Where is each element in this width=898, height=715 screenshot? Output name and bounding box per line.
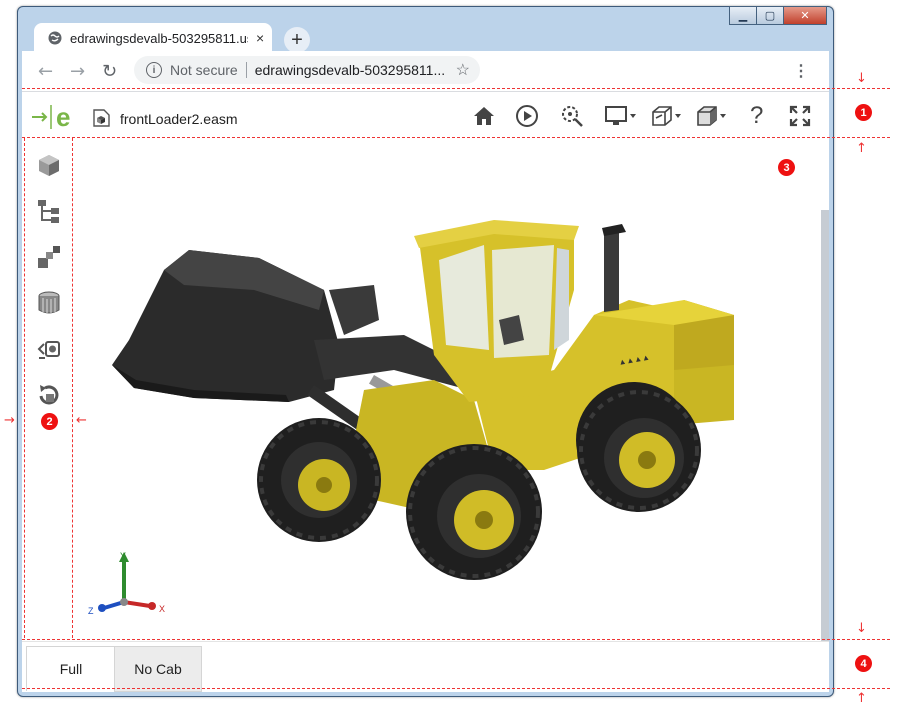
address-bar[interactable]: i Not secure edrawingsdevalb-503295811..… bbox=[134, 56, 480, 84]
home-icon[interactable] bbox=[472, 104, 496, 128]
explode-icon[interactable] bbox=[36, 244, 62, 270]
address-divider bbox=[245, 62, 247, 78]
logo-icon: e bbox=[32, 102, 70, 132]
svg-text:Y: Y bbox=[120, 551, 126, 561]
back-icon[interactable]: ← bbox=[38, 61, 53, 82]
arrow-right-2: → bbox=[4, 413, 15, 428]
annotation-badge-1: 1 bbox=[855, 104, 872, 121]
front-loader-model[interactable]: ▲▲▲▲ bbox=[74, 140, 821, 642]
annotation-badge-2: 2 bbox=[41, 413, 58, 430]
measure-icon[interactable] bbox=[36, 336, 62, 362]
info-icon[interactable]: i bbox=[146, 62, 162, 78]
front-right-wheel bbox=[406, 444, 542, 580]
svg-text:Z: Z bbox=[88, 606, 94, 616]
reset-icon[interactable] bbox=[36, 382, 62, 408]
section-view-icon[interactable] bbox=[36, 290, 62, 316]
arrow-down-1: ↓ bbox=[856, 71, 867, 86]
menu-kebab-icon[interactable]: ⋮ bbox=[793, 61, 809, 81]
rear-right-wheel bbox=[577, 388, 701, 512]
tab-strip: edrawingsdevalb-503295811.us-e × + bbox=[22, 17, 829, 53]
model-cube-icon[interactable] bbox=[36, 152, 62, 178]
guide-line-top-1 bbox=[22, 88, 890, 89]
assembly-file-icon bbox=[93, 109, 110, 127]
section-icon[interactable] bbox=[649, 104, 685, 128]
bookmark-star-icon[interactable]: ☆ bbox=[456, 60, 470, 80]
guide-line-bottom-1 bbox=[22, 137, 890, 138]
play-icon[interactable] bbox=[515, 104, 539, 128]
configuration-bar: Full No Cab bbox=[22, 641, 829, 692]
file-name: frontLoader2.easm bbox=[120, 111, 238, 127]
annotation-badge-3: 3 bbox=[778, 159, 795, 176]
guide-line-bottom-4 bbox=[22, 688, 890, 689]
config-tab-full[interactable]: Full bbox=[26, 646, 116, 691]
svg-text:e: e bbox=[56, 102, 70, 132]
arrow-left-2: ← bbox=[76, 413, 87, 428]
new-tab-button[interactable]: + bbox=[284, 27, 310, 53]
guide-line-left-2 bbox=[24, 138, 25, 638]
vertical-scrollbar[interactable] bbox=[821, 210, 829, 642]
view-orientation-icon[interactable] bbox=[694, 104, 730, 128]
tab-close-icon[interactable]: × bbox=[256, 30, 264, 46]
app-header: e frontLoader2.easm ? bbox=[22, 92, 829, 140]
browser-tab[interactable]: edrawingsdevalb-503295811.us-e × bbox=[34, 23, 272, 53]
axis-triad: Y X Z bbox=[88, 551, 165, 616]
annotation-badge-4: 4 bbox=[855, 655, 872, 672]
display-mode-icon[interactable] bbox=[604, 104, 640, 128]
fullscreen-icon[interactable] bbox=[788, 104, 812, 128]
browser-toolbar: ← → ↻ i Not secure edrawingsdevalb-50329… bbox=[22, 51, 829, 92]
guide-line-right-2 bbox=[72, 138, 73, 638]
svg-text:X: X bbox=[159, 604, 165, 614]
tab-title: edrawingsdevalb-503295811.us-e bbox=[70, 30, 248, 46]
left-sidebar bbox=[22, 140, 74, 642]
edrawings-logo: e bbox=[32, 102, 82, 132]
arrow-down-4: ↓ bbox=[856, 621, 867, 636]
url-text[interactable]: edrawingsdevalb-503295811... bbox=[255, 62, 445, 78]
arrow-up-1: ↑ bbox=[856, 141, 867, 156]
browser-window: ▁ ▢ ✕ edrawingsdevalb-503295811.us-e × +… bbox=[17, 6, 834, 697]
zoom-to-fit-icon[interactable] bbox=[560, 104, 584, 128]
globe-icon bbox=[48, 31, 62, 45]
front-left-wheel bbox=[257, 418, 381, 542]
help-icon[interactable]: ? bbox=[750, 102, 763, 130]
guide-line-top-4 bbox=[22, 639, 890, 640]
component-tree-icon[interactable] bbox=[36, 198, 62, 224]
forward-icon[interactable]: → bbox=[70, 61, 85, 82]
page-content: e frontLoader2.easm ? ▲▲▲▲ Y X Z Full No… bbox=[22, 92, 829, 692]
config-tab-no-cab[interactable]: No Cab bbox=[114, 646, 202, 692]
reload-icon[interactable]: ↻ bbox=[102, 61, 117, 82]
model-viewport[interactable]: ▲▲▲▲ Y X Z bbox=[74, 140, 821, 642]
arrow-up-4: ↑ bbox=[856, 691, 867, 706]
not-secure-label: Not secure bbox=[170, 62, 238, 78]
